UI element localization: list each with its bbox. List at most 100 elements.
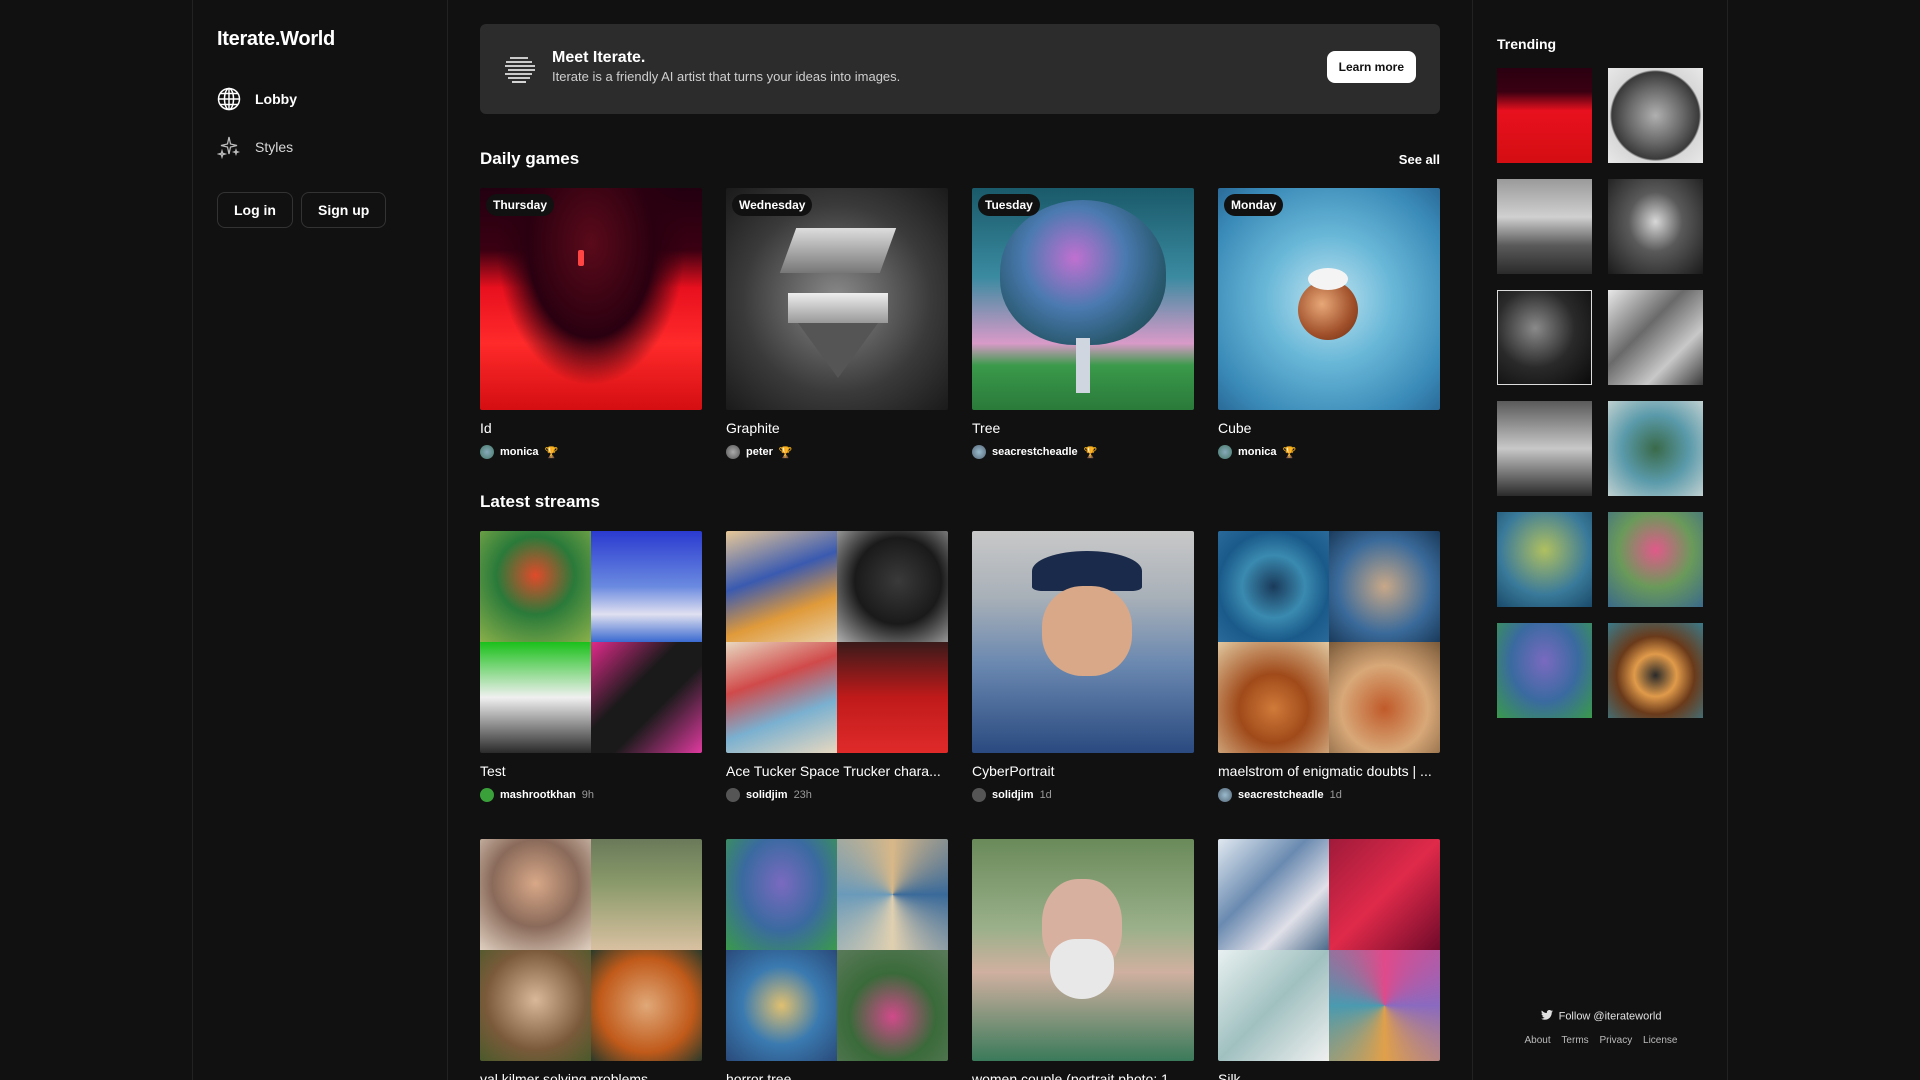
- avatar: [972, 788, 986, 802]
- day-badge: Thursday: [486, 194, 555, 216]
- username[interactable]: seacrestcheadle: [992, 446, 1078, 458]
- avatar: [972, 445, 986, 459]
- trending-image[interactable]: [1608, 68, 1703, 163]
- signup-button[interactable]: Sign up: [301, 192, 387, 228]
- timestamp: 9h: [581, 789, 595, 801]
- day-badge: Tuesday: [978, 194, 1040, 216]
- username[interactable]: seacrestcheadle: [1238, 789, 1324, 801]
- trophy-icon: 🏆: [1282, 446, 1297, 459]
- avatar: [1218, 788, 1232, 802]
- avatar: [1218, 445, 1232, 459]
- twitter-icon: [1540, 1009, 1553, 1023]
- username[interactable]: mashrootkhan: [500, 789, 576, 801]
- card-title[interactable]: Tree: [972, 420, 1194, 436]
- stream-card[interactable]: CyberPortrait solidjim 1d: [972, 531, 1194, 802]
- game-thumbnail[interactable]: Monday: [1218, 188, 1440, 410]
- username[interactable]: peter: [746, 446, 773, 458]
- daily-games-title: Daily games: [480, 149, 580, 168]
- stream-card[interactable]: women couple (portrait photo: 1...: [972, 839, 1194, 1080]
- see-all-link[interactable]: See all: [1399, 152, 1440, 167]
- card-title[interactable]: Silk: [1218, 1071, 1440, 1080]
- game-thumbnail[interactable]: Wednesday: [726, 188, 948, 410]
- stream-thumbnail[interactable]: [726, 839, 948, 1061]
- login-button[interactable]: Log in: [217, 192, 293, 228]
- left-sidebar: Iterate.World Lobby Styles Log in Sign u…: [192, 0, 448, 1080]
- footer-link-privacy[interactable]: Privacy: [1599, 1035, 1632, 1046]
- trending-title: Trending: [1497, 36, 1557, 52]
- stream-thumbnail[interactable]: [480, 531, 702, 753]
- trophy-icon: 🏆: [1083, 446, 1098, 459]
- username[interactable]: solidjim: [992, 789, 1034, 801]
- footer-link-license[interactable]: License: [1643, 1035, 1677, 1046]
- card-title[interactable]: women couple (portrait photo: 1...: [972, 1071, 1194, 1080]
- latest-streams-title: Latest streams: [480, 492, 601, 511]
- trending-image[interactable]: [1497, 623, 1592, 718]
- daily-game-card[interactable]: Wednesday Graphite peter 🏆: [726, 188, 948, 459]
- username[interactable]: monica: [500, 446, 539, 458]
- stream-card[interactable]: horror tree: [726, 839, 948, 1080]
- daily-game-card[interactable]: Monday Cube monica 🏆: [1218, 188, 1440, 459]
- main-content: Meet Iterate. Iterate is a friendly AI a…: [480, 0, 1440, 1080]
- card-title[interactable]: maelstrom of enigmatic doubts | ...: [1218, 763, 1440, 779]
- follow-text: Follow @iterateworld: [1558, 1010, 1662, 1023]
- stream-thumbnail[interactable]: [1218, 531, 1440, 753]
- trending-image[interactable]: [1497, 401, 1592, 496]
- trending-image[interactable]: [1608, 512, 1703, 607]
- card-title[interactable]: horror tree: [726, 1071, 948, 1080]
- trending-image[interactable]: [1608, 179, 1703, 274]
- trending-image[interactable]: [1497, 512, 1592, 607]
- stream-thumbnail[interactable]: [1218, 839, 1440, 1061]
- trending-image[interactable]: [1497, 179, 1592, 274]
- timestamp: 1d: [1329, 789, 1342, 801]
- learn-more-button[interactable]: Learn more: [1326, 51, 1416, 83]
- footer-link-about[interactable]: About: [1525, 1035, 1551, 1046]
- trending-image[interactable]: [1497, 290, 1592, 385]
- game-thumbnail[interactable]: Thursday: [480, 188, 702, 410]
- trending-image[interactable]: [1608, 401, 1703, 496]
- username[interactable]: monica: [1238, 446, 1277, 458]
- sidebar-item-styles[interactable]: Styles: [217, 133, 293, 161]
- trending-image[interactable]: [1608, 290, 1703, 385]
- trending-image[interactable]: [1497, 68, 1592, 163]
- banner-subtitle: Iterate is a friendly AI artist that tur…: [552, 69, 901, 84]
- stream-card[interactable]: Ace Tucker Space Trucker chara... solidj…: [726, 531, 948, 802]
- game-thumbnail[interactable]: Tuesday: [972, 188, 1194, 410]
- stream-thumbnail[interactable]: [480, 839, 702, 1061]
- avatar: [726, 788, 740, 802]
- card-title[interactable]: Ace Tucker Space Trucker chara...: [726, 763, 948, 779]
- footer-link-terms[interactable]: Terms: [1561, 1035, 1588, 1046]
- trending-image[interactable]: [1608, 623, 1703, 718]
- sidebar-item-lobby[interactable]: Lobby: [217, 85, 297, 113]
- footer-links: About Terms Privacy License: [1473, 1035, 1729, 1046]
- globe-icon: [217, 87, 241, 111]
- avatar: [480, 788, 494, 802]
- banner-title: Meet Iterate.: [552, 49, 646, 66]
- day-badge: Monday: [1224, 194, 1284, 216]
- daily-game-card[interactable]: Thursday Id monica 🏆: [480, 188, 702, 459]
- timestamp: 23h: [793, 789, 812, 801]
- stream-card[interactable]: Test mashrootkhan 9h: [480, 531, 702, 802]
- card-title[interactable]: CyberPortrait: [972, 763, 1194, 779]
- right-panel: Trending Follow @iterateworld About Term…: [1472, 0, 1728, 1080]
- stream-card[interactable]: val kilmer solving problems: [480, 839, 702, 1080]
- day-badge: Wednesday: [732, 194, 813, 216]
- stream-thumbnail[interactable]: [726, 531, 948, 753]
- iterate-logo-icon: [502, 51, 538, 87]
- card-title[interactable]: val kilmer solving problems: [480, 1071, 702, 1080]
- trophy-icon: 🏆: [778, 446, 793, 459]
- card-title[interactable]: Graphite: [726, 420, 948, 436]
- avatar: [726, 445, 740, 459]
- card-title[interactable]: Test: [480, 763, 702, 779]
- stream-thumbnail[interactable]: [972, 531, 1194, 753]
- stream-thumbnail[interactable]: [972, 839, 1194, 1061]
- daily-game-card[interactable]: Tuesday Tree seacrestcheadle 🏆: [972, 188, 1194, 459]
- card-title[interactable]: Id: [480, 420, 702, 436]
- username[interactable]: solidjim: [746, 789, 788, 801]
- card-title[interactable]: Cube: [1218, 420, 1440, 436]
- timestamp: 1d: [1039, 789, 1052, 801]
- app-logo[interactable]: Iterate.World: [217, 28, 335, 51]
- sparkles-icon: [217, 135, 241, 159]
- follow-link[interactable]: Follow @iterateworld: [1473, 1009, 1729, 1023]
- stream-card[interactable]: maelstrom of enigmatic doubts | ... seac…: [1218, 531, 1440, 802]
- stream-card[interactable]: Silk: [1218, 839, 1440, 1080]
